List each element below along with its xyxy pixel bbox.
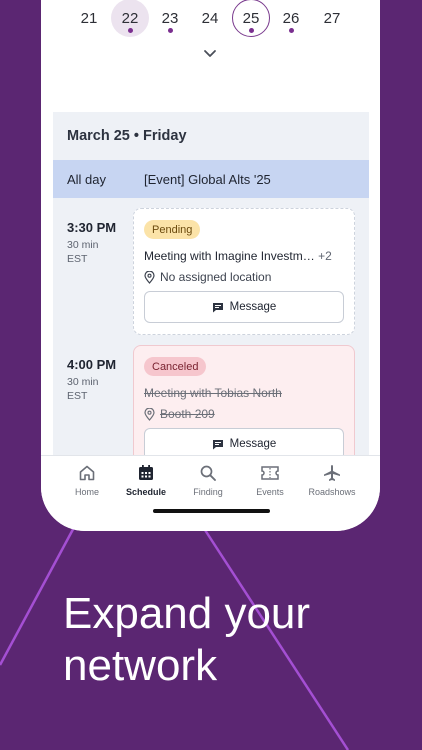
tab-schedule[interactable]: Schedule <box>116 464 176 497</box>
all-day-row[interactable]: All day [Event] Global Alts '25 <box>53 160 369 198</box>
message-label: Message <box>229 438 277 450</box>
plane-icon <box>324 465 340 481</box>
event-dot <box>289 28 294 33</box>
event-dot <box>128 28 133 33</box>
day-number: 24 <box>201 9 219 27</box>
week-strip: M 21 T 22 W 23 T 24 F 25 S 26 S 27 <box>41 0 380 72</box>
search-icon <box>200 465 216 481</box>
time-block: 4:00 PM 30 min EST <box>67 357 116 403</box>
promo-headline: Expand your network <box>63 588 403 692</box>
event-dot <box>168 28 173 33</box>
event-dot <box>249 28 254 33</box>
day-number: 27 <box>323 9 341 27</box>
time-block: 3:30 PM 30 min EST <box>67 220 116 266</box>
chevron-down-icon[interactable] <box>201 48 219 60</box>
headline-line-2: network <box>63 641 218 690</box>
ticket-icon <box>261 466 279 480</box>
time-start: 4:00 PM <box>67 357 117 372</box>
time-zone: EST <box>67 253 88 265</box>
meeting-title-text: Meeting with Imagine Investm… <box>144 249 315 263</box>
message-button[interactable]: Message <box>144 291 344 323</box>
tab-roadshows[interactable]: Roadshows <box>302 464 362 497</box>
tab-label: Home <box>74 487 99 497</box>
time-zone: EST <box>67 390 88 402</box>
time-duration: 30 min <box>67 239 99 251</box>
time-start: 3:30 PM <box>67 220 117 235</box>
tab-bar: Home Schedule Finding Events Roadshows <box>41 455 380 531</box>
meeting-location: Booth 209 <box>144 407 215 421</box>
chat-icon <box>212 302 223 312</box>
location-pin-icon <box>144 270 155 284</box>
meeting-title: Meeting with Imagine Investm… +2 <box>144 249 332 263</box>
chat-icon <box>212 439 223 449</box>
home-icon <box>79 465 95 481</box>
message-button[interactable]: Message <box>144 428 344 455</box>
meeting-location: No assigned location <box>144 270 271 284</box>
schedule-list: March 25 • Friday All day [Event] Global… <box>53 112 369 455</box>
tab-label: Finding <box>193 487 223 497</box>
status-badge: Canceled <box>144 357 207 376</box>
status-badge: Pending <box>144 220 201 239</box>
tab-label: Roadshows <box>308 487 356 497</box>
tab-home[interactable]: Home <box>57 464 117 497</box>
all-day-event: [Event] Global Alts '25 <box>144 172 271 187</box>
day-number: 21 <box>80 9 98 27</box>
meeting-card-canceled[interactable]: Canceled Meeting with Tobias North Booth… <box>133 345 355 455</box>
location-pin-icon <box>144 407 155 421</box>
tab-label: Schedule <box>125 487 166 497</box>
tab-finding[interactable]: Finding <box>178 464 238 497</box>
location-text: Booth 209 <box>160 407 215 421</box>
date-heading: March 25 • Friday <box>67 128 187 144</box>
meeting-title: Meeting with Tobias North <box>144 386 282 400</box>
tab-events[interactable]: Events <box>240 464 300 497</box>
time-duration: 30 min <box>67 376 99 388</box>
headline-line-1: Expand your <box>63 589 311 638</box>
message-label: Message <box>229 301 277 313</box>
location-text: No assigned location <box>160 270 272 284</box>
attendee-count: +2 <box>318 249 332 263</box>
phone-screen: M 21 T 22 W 23 T 24 F 25 S 26 S 27 <box>41 0 380 531</box>
calendar-icon <box>139 465 153 480</box>
meeting-card-pending[interactable]: Pending Meeting with Imagine Investm… +2… <box>133 208 355 335</box>
all-day-label: All day <box>67 172 107 187</box>
home-indicator[interactable] <box>153 509 270 513</box>
tab-label: Events <box>256 487 284 497</box>
